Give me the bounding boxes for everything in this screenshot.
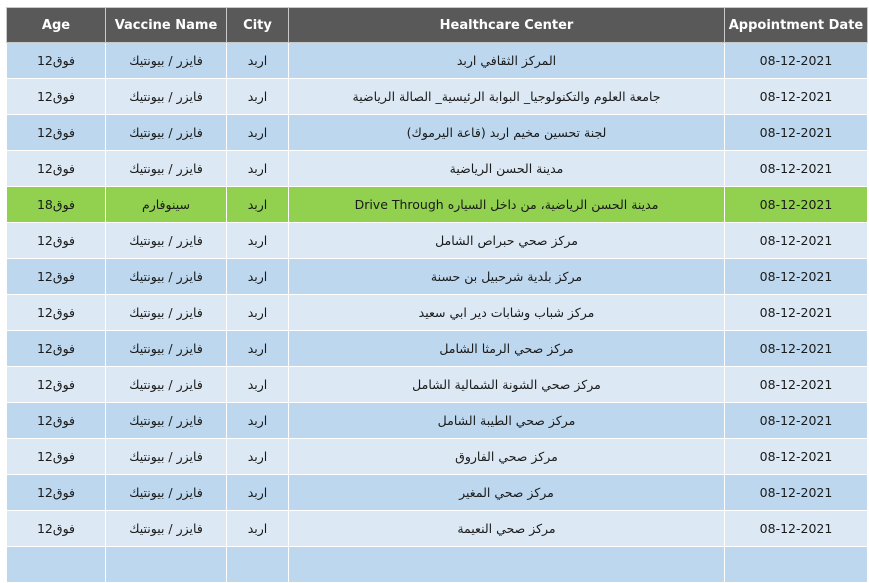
cell-vaccine-name[interactable]: فايزر / بيونتيك — [105, 474, 227, 511]
cell-healthcare-center[interactable]: مدينة الحسن الرياضية، من داخل السياره Dr… — [288, 186, 725, 223]
cell-healthcare-center[interactable]: مركز صحي النعيمة — [288, 510, 725, 547]
column-header-healthcare-center[interactable]: Healthcare Center — [288, 7, 725, 43]
cell-healthcare-center[interactable]: مركز صحي حبراص الشامل — [288, 222, 725, 259]
cell-vaccine-name[interactable]: فايزر / بيونتيك — [105, 222, 227, 259]
cell-city[interactable]: اربد — [226, 402, 289, 439]
cell-age[interactable]: فوق18 — [6, 186, 106, 223]
cell-city[interactable]: اربد — [226, 222, 289, 259]
table-row[interactable]: فوق12 فايزر / بيونتيك اربد جامعة العلوم … — [6, 78, 868, 115]
cell-appointment-date[interactable]: 08-12-2021 — [724, 402, 868, 439]
cell-age[interactable]: فوق12 — [6, 510, 106, 547]
cell-appointment-date[interactable]: 08-12-2021 — [724, 330, 868, 367]
cell-vaccine-name[interactable]: فايزر / بيونتيك — [105, 438, 227, 475]
cell-appointment-date[interactable]: 08-12-2021 — [724, 258, 868, 295]
table-row[interactable]: فوق12 فايزر / بيونتيك اربد مركز صحي الرم… — [6, 330, 868, 367]
cell-healthcare-center[interactable]: المركز الثقافي اربد — [288, 42, 725, 79]
cell-city[interactable]: اربد — [226, 510, 289, 547]
cell-age[interactable]: فوق12 — [6, 438, 106, 475]
cell-vaccine-name[interactable]: فايزر / بيونتيك — [105, 330, 227, 367]
cell-appointment-date[interactable]: 08-12-2021 — [724, 366, 868, 403]
cell-appointment-date[interactable] — [724, 546, 868, 583]
cell-healthcare-center[interactable]: مركز بلدية شرحبيل بن حسنة — [288, 258, 725, 295]
cell-appointment-date[interactable]: 08-12-2021 — [724, 222, 868, 259]
cell-healthcare-center[interactable]: مركز صحي الفاروق — [288, 438, 725, 475]
cell-age[interactable]: فوق12 — [6, 366, 106, 403]
cell-city[interactable]: اربد — [226, 474, 289, 511]
cell-age[interactable]: فوق12 — [6, 402, 106, 439]
cell-city[interactable]: اربد — [226, 42, 289, 79]
cell-age[interactable]: فوق12 — [6, 222, 106, 259]
table-row[interactable]: فوق18 سينوفارم اربد مدينة الحسن الرياضية… — [6, 186, 868, 223]
cell-healthcare-center[interactable]: مركز صحي الرمثا الشامل — [288, 330, 725, 367]
cell-age[interactable]: فوق12 — [6, 258, 106, 295]
cell-appointment-date[interactable]: 08-12-2021 — [724, 150, 868, 187]
cell-age[interactable]: فوق12 — [6, 114, 106, 151]
cell-city[interactable]: اربد — [226, 78, 289, 115]
table-row[interactable] — [6, 546, 868, 583]
cell-age[interactable]: فوق12 — [6, 42, 106, 79]
column-header-age[interactable]: Age — [6, 7, 106, 43]
table-row[interactable]: فوق12 فايزر / بيونتيك اربد مدينة الحسن ا… — [6, 150, 868, 187]
cell-age[interactable]: فوق12 — [6, 474, 106, 511]
cell-healthcare-center[interactable]: مركز شباب وشابات دير ابي سعيد — [288, 294, 725, 331]
cell-vaccine-name[interactable]: فايزر / بيونتيك — [105, 402, 227, 439]
cell-age[interactable]: فوق12 — [6, 78, 106, 115]
cell-healthcare-center[interactable]: مركز صحي الشونة الشمالية الشامل — [288, 366, 725, 403]
vaccination-schedule-table: Age Vaccine Name City Healthcare Center … — [6, 7, 868, 583]
table-row[interactable]: فوق12 فايزر / بيونتيك اربد مركز بلدية شر… — [6, 258, 868, 295]
cell-city[interactable]: اربد — [226, 114, 289, 151]
table-header-row: Age Vaccine Name City Healthcare Center … — [6, 7, 868, 43]
cell-healthcare-center[interactable]: مركز صحي المغير — [288, 474, 725, 511]
cell-city[interactable]: اربد — [226, 366, 289, 403]
cell-city[interactable]: اربد — [226, 438, 289, 475]
cell-appointment-date[interactable]: 08-12-2021 — [724, 78, 868, 115]
table-body: فوق12 فايزر / بيونتيك اربد المركز الثقاف… — [6, 42, 868, 583]
cell-vaccine-name[interactable]: فايزر / بيونتيك — [105, 294, 227, 331]
table-row[interactable]: فوق12 فايزر / بيونتيك اربد مركز شباب وشا… — [6, 294, 868, 331]
cell-city[interactable]: اربد — [226, 294, 289, 331]
cell-healthcare-center[interactable] — [288, 546, 725, 583]
column-header-appointment-date[interactable]: Appointment Date — [724, 7, 868, 43]
cell-vaccine-name[interactable]: فايزر / بيونتيك — [105, 78, 227, 115]
cell-age[interactable]: فوق12 — [6, 294, 106, 331]
cell-appointment-date[interactable]: 08-12-2021 — [724, 438, 868, 475]
cell-appointment-date[interactable]: 08-12-2021 — [724, 42, 868, 79]
cell-age[interactable]: فوق12 — [6, 150, 106, 187]
cell-city[interactable]: اربد — [226, 186, 289, 223]
cell-age[interactable]: فوق12 — [6, 330, 106, 367]
cell-healthcare-center[interactable]: مدينة الحسن الرياضية — [288, 150, 725, 187]
cell-appointment-date[interactable]: 08-12-2021 — [724, 474, 868, 511]
cell-vaccine-name[interactable]: فايزر / بيونتيك — [105, 114, 227, 151]
cell-healthcare-center[interactable]: لجنة تحسين مخيم اربد (قاعة اليرموك) — [288, 114, 725, 151]
cell-healthcare-center[interactable]: مركز صحي الطيبة الشامل — [288, 402, 725, 439]
cell-appointment-date[interactable]: 08-12-2021 — [724, 294, 868, 331]
cell-vaccine-name[interactable]: فايزر / بيونتيك — [105, 42, 227, 79]
table-row[interactable]: فوق12 فايزر / بيونتيك اربد مركز صحي النع… — [6, 510, 868, 547]
cell-city[interactable]: اربد — [226, 330, 289, 367]
table-row[interactable]: فوق12 فايزر / بيونتيك اربد المركز الثقاف… — [6, 42, 868, 79]
cell-appointment-date[interactable]: 08-12-2021 — [724, 510, 868, 547]
table-row[interactable]: فوق12 فايزر / بيونتيك اربد مركز صحي حبرا… — [6, 222, 868, 259]
cell-city[interactable]: اربد — [226, 258, 289, 295]
table-row[interactable]: فوق12 فايزر / بيونتيك اربد مركز صحي الفا… — [6, 438, 868, 475]
table-row[interactable]: فوق12 فايزر / بيونتيك اربد لجنة تحسين مخ… — [6, 114, 868, 151]
cell-city[interactable] — [226, 546, 289, 583]
cell-vaccine-name[interactable] — [105, 546, 227, 583]
table-row[interactable]: فوق12 فايزر / بيونتيك اربد مركز صحي المغ… — [6, 474, 868, 511]
cell-age[interactable] — [6, 546, 106, 583]
cell-vaccine-name[interactable]: فايزر / بيونتيك — [105, 150, 227, 187]
cell-vaccine-name[interactable]: فايزر / بيونتيك — [105, 510, 227, 547]
cell-appointment-date[interactable]: 08-12-2021 — [724, 114, 868, 151]
column-header-vaccine-name[interactable]: Vaccine Name — [105, 7, 227, 43]
column-header-city[interactable]: City — [226, 7, 289, 43]
cell-city[interactable]: اربد — [226, 150, 289, 187]
cell-vaccine-name[interactable]: فايزر / بيونتيك — [105, 258, 227, 295]
table-row[interactable]: فوق12 فايزر / بيونتيك اربد مركز صحي الطي… — [6, 402, 868, 439]
cell-vaccine-name[interactable]: فايزر / بيونتيك — [105, 366, 227, 403]
cell-vaccine-name[interactable]: سينوفارم — [105, 186, 227, 223]
cell-healthcare-center[interactable]: جامعة العلوم والتكنولوجيا_ البوابة الرئي… — [288, 78, 725, 115]
cell-appointment-date[interactable]: 08-12-2021 — [724, 186, 868, 223]
table-row[interactable]: فوق12 فايزر / بيونتيك اربد مركز صحي الشو… — [6, 366, 868, 403]
